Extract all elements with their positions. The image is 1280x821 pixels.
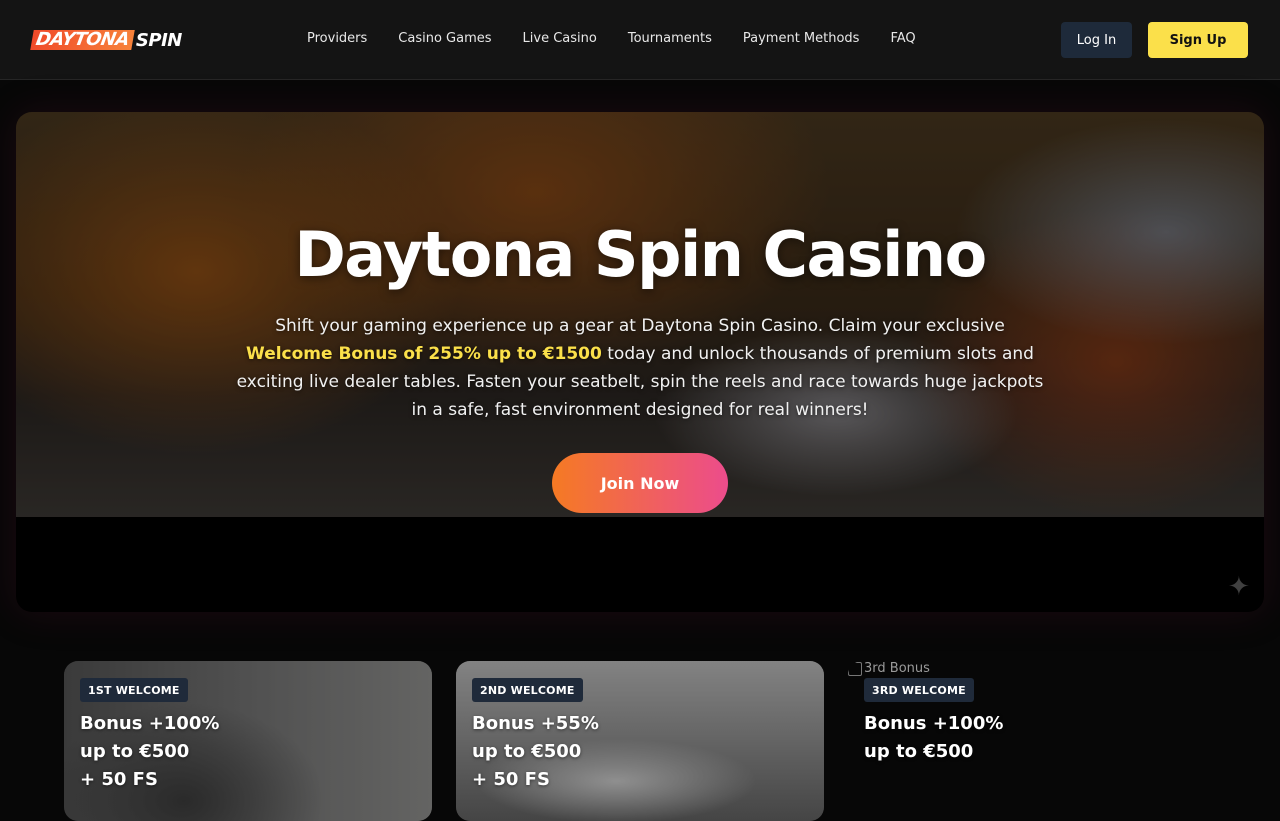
nav-casino-games[interactable]: Casino Games [398,31,491,46]
nav-tournaments[interactable]: Tournaments [628,31,712,46]
site-header: DAYTONA SPIN Providers Casino Games Live… [0,0,1280,80]
bonus-badge: 1ST WELCOME [80,678,188,702]
bonus-text: Bonus +100% up to €500 [864,713,1004,762]
hero-text-intro: Shift your gaming experience up a gear a… [275,316,1005,336]
hero-description: Shift your gaming experience up a gear a… [232,312,1048,424]
bonus-card-2[interactable]: 2ND WELCOME Bonus +55% up to €500 + 50 F… [456,661,824,821]
bonus-text: Bonus +55% up to €500 + 50 FS [472,713,599,790]
bonus-text: Bonus +100% up to €500 + 50 FS [80,713,220,790]
logo-spin: SPIN [135,29,182,51]
broken-image-icon [848,661,862,676]
sparkle-icon: ✦ [1228,572,1250,602]
join-now-button[interactable]: Join Now [552,453,728,513]
broken-image-placeholder: 3rd Bonus [848,661,930,676]
login-button[interactable]: Log In [1061,22,1132,58]
nav-providers[interactable]: Providers [307,31,367,46]
site-logo[interactable]: DAYTONA SPIN [30,29,182,51]
welcome-bonus-highlight: Welcome Bonus of 255% up to €1500 [246,344,602,364]
nav-live-casino[interactable]: Live Casino [523,31,597,46]
bonus-card-1[interactable]: 1ST WELCOME Bonus +100% up to €500 + 50 … [64,661,432,821]
bonus-badge: 3RD WELCOME [864,678,974,702]
bonus-card-3[interactable]: 3rd Bonus 3RD WELCOME Bonus +100% up to … [848,661,1216,821]
broken-image-alt: 3rd Bonus [864,661,930,676]
hero-title: Daytona Spin Casino [294,218,987,291]
signup-button[interactable]: Sign Up [1148,22,1248,58]
main-nav: Providers Casino Games Live Casino Tourn… [307,31,947,46]
logo-daytona: DAYTONA [30,29,135,50]
bonus-badge: 2ND WELCOME [472,678,583,702]
nav-payment-methods[interactable]: Payment Methods [743,31,860,46]
nav-faq[interactable]: FAQ [890,31,915,46]
